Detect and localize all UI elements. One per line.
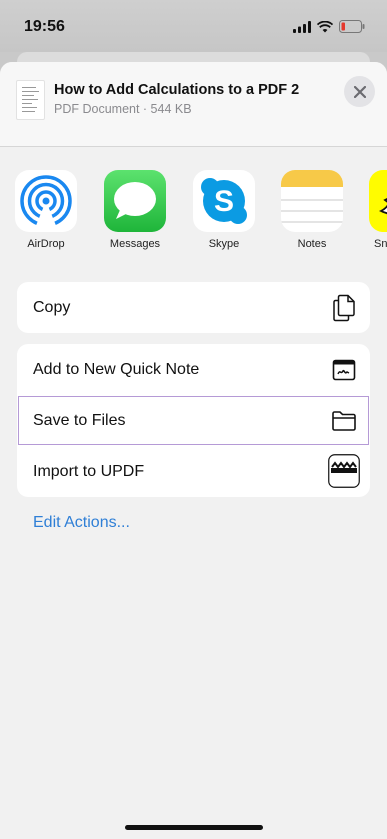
- app-messages[interactable]: Messages: [104, 170, 166, 250]
- app-notes[interactable]: Notes: [281, 170, 343, 250]
- app-skype[interactable]: S Skype: [193, 170, 255, 250]
- close-button[interactable]: [344, 76, 375, 107]
- app-label: AirDrop: [27, 238, 65, 250]
- action-copy[interactable]: Copy: [17, 282, 370, 333]
- status-icons: [293, 20, 365, 33]
- home-indicator[interactable]: [125, 825, 263, 830]
- share-apps-row: AirDrop Messages S Skype Notes Sn: [0, 170, 387, 270]
- snapchat-icon: [369, 170, 387, 232]
- action-import-to-updf[interactable]: Import to UPDF: [17, 446, 370, 497]
- airdrop-icon: [15, 170, 77, 232]
- sheet-header: How to Add Calculations to a PDF 2 PDF D…: [0, 62, 387, 147]
- actions-group-copy: Copy: [17, 282, 370, 333]
- action-label: Import to UPDF: [33, 462, 145, 480]
- signal-icon: [293, 20, 311, 33]
- status-time: 19:56: [24, 18, 65, 35]
- app-label: Messages: [109, 238, 161, 250]
- actions-group-main: Add to New Quick Note Save to Files Impo…: [17, 344, 370, 497]
- document-thumbnail: [16, 80, 45, 120]
- updf-icon: [328, 454, 360, 488]
- share-sheet: How to Add Calculations to a PDF 2 PDF D…: [0, 62, 387, 839]
- svg-text:S: S: [214, 185, 234, 218]
- app-snapchat[interactable]: Sn: [369, 170, 387, 250]
- close-icon: [353, 85, 366, 98]
- wifi-icon: [317, 20, 333, 32]
- action-add-quick-note[interactable]: Add to New Quick Note: [17, 344, 370, 395]
- edit-actions-link[interactable]: Edit Actions...: [33, 514, 130, 532]
- skype-icon: S: [193, 170, 255, 232]
- action-label: Copy: [33, 298, 71, 316]
- document-meta: PDF Document · 544 KB: [54, 102, 192, 116]
- copy-icon: [330, 294, 358, 322]
- quick-note-icon: [330, 356, 358, 384]
- action-label: Add to New Quick Note: [33, 360, 200, 378]
- status-bar: 19:56: [0, 0, 387, 52]
- app-label: Notes: [297, 238, 327, 250]
- document-title: How to Add Calculations to a PDF 2: [54, 82, 300, 98]
- app-label: Sn: [374, 238, 387, 250]
- notes-icon: [281, 170, 343, 232]
- app-label: Skype: [208, 238, 240, 250]
- battery-icon: [339, 20, 365, 33]
- folder-icon: [330, 407, 358, 435]
- action-save-to-files[interactable]: Save to Files: [17, 395, 370, 446]
- app-airdrop[interactable]: AirDrop: [15, 170, 77, 250]
- messages-icon: [104, 170, 166, 232]
- action-label: Save to Files: [33, 411, 126, 429]
